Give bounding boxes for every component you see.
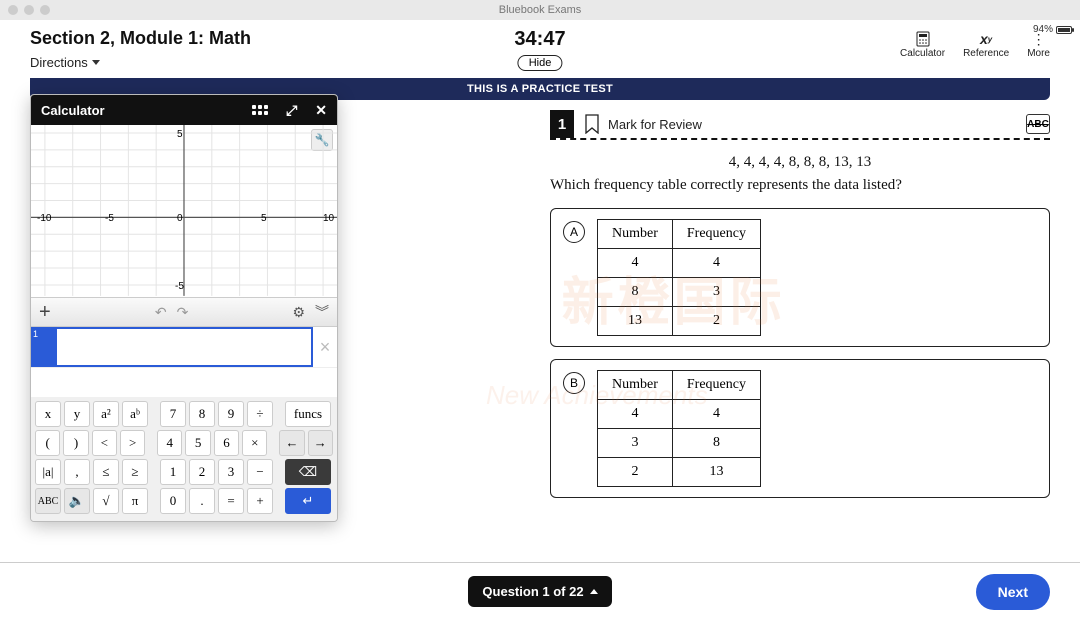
key-4[interactable]: 4 — [157, 430, 182, 456]
bookmark-icon[interactable] — [584, 114, 600, 134]
key-div[interactable]: ÷ — [247, 401, 273, 427]
expression-input[interactable] — [55, 327, 313, 367]
choice-bubble: A — [563, 221, 585, 243]
question-nav[interactable]: Question 1 of 22 — [468, 576, 611, 607]
key-enter[interactable]: ↵ — [285, 488, 331, 514]
choice-bubble: B — [563, 372, 585, 394]
key-lt[interactable]: < — [92, 430, 117, 456]
clear-expression-icon[interactable]: × — [313, 327, 337, 367]
mark-for-review[interactable]: Mark for Review — [608, 117, 702, 132]
key-abs[interactable]: |a| — [35, 459, 61, 485]
calculator-toolbar: + ↶ ↷ ⚙ ︾ — [31, 297, 337, 327]
chevron-down-icon — [92, 60, 100, 65]
chevron-up-icon — [590, 589, 598, 594]
question-data: 4, 4, 4, 4, 8, 8, 8, 13, 13 — [550, 154, 1050, 171]
more-icon: ⋮ — [1027, 30, 1050, 48]
drag-handle-icon[interactable] — [252, 105, 268, 115]
gear-icon[interactable]: ⚙ — [292, 304, 305, 321]
expand-icon[interactable]: ⤢ — [286, 102, 297, 119]
directions-toggle[interactable]: Directions — [30, 55, 900, 70]
traffic-lights — [8, 5, 50, 15]
key-x[interactable]: x — [35, 401, 61, 427]
key-0[interactable]: 0 — [160, 488, 186, 514]
key-ab[interactable]: aᵇ — [122, 401, 148, 427]
key-funcs[interactable]: funcs — [285, 401, 331, 427]
key-pi[interactable]: π — [122, 488, 148, 514]
reference-icon: xy — [963, 30, 1009, 48]
key-ge[interactable]: ≥ — [122, 459, 148, 485]
key-8[interactable]: 8 — [189, 401, 215, 427]
key-gt[interactable]: > — [120, 430, 145, 456]
window-title: Bluebook Exams — [499, 4, 582, 16]
collapse-icon[interactable]: ︾ — [315, 302, 329, 322]
next-button[interactable]: Next — [976, 574, 1050, 610]
key-le[interactable]: ≤ — [93, 459, 119, 485]
key-dot[interactable]: . — [189, 488, 215, 514]
key-5[interactable]: 5 — [185, 430, 210, 456]
calculator-icon — [900, 30, 945, 48]
key-mul[interactable]: × — [242, 430, 267, 456]
reference-tool[interactable]: xy Reference — [963, 30, 1009, 59]
hide-timer-button[interactable]: Hide — [518, 55, 563, 71]
key-1[interactable]: 1 — [160, 459, 186, 485]
key-y[interactable]: y — [64, 401, 90, 427]
question-pane: 1 Mark for Review ABC 4, 4, 4, 4, 8, 8, … — [540, 100, 1050, 562]
key-comma[interactable]: , — [64, 459, 90, 485]
footer: Question 1 of 22 Next — [0, 562, 1080, 620]
key-eq[interactable]: = — [218, 488, 244, 514]
key-2[interactable]: 2 — [189, 459, 215, 485]
add-expression-button[interactable]: + — [39, 301, 51, 324]
key-sqrt[interactable]: √ — [93, 488, 119, 514]
calculator-panel[interactable]: Calculator ⤢ ✕ 🔧 -10 -5 0 5 — [30, 94, 338, 522]
key-a2[interactable]: a² — [93, 401, 119, 427]
choice-b[interactable]: B NumberFrequency 44 38 213 — [550, 359, 1050, 498]
key-3[interactable]: 3 — [218, 459, 244, 485]
window-titlebar: Bluebook Exams — [0, 0, 1080, 20]
frequency-table-a: NumberFrequency 44 83 132 — [597, 219, 761, 336]
key-right[interactable]: → — [308, 430, 333, 456]
key-6[interactable]: 6 — [214, 430, 239, 456]
frequency-table-b: NumberFrequency 44 38 213 — [597, 370, 761, 487]
calculator-graph[interactable]: 🔧 -10 -5 0 5 10 5 -5 — [31, 125, 337, 297]
strikethrough-tool[interactable]: ABC — [1026, 114, 1050, 134]
redo-icon[interactable]: ↷ — [177, 304, 189, 321]
calculator-titlebar[interactable]: Calculator ⤢ ✕ — [31, 95, 337, 125]
key-plus[interactable]: + — [247, 488, 273, 514]
expression-row[interactable]: 1× — [31, 327, 337, 367]
key-lparen[interactable]: ( — [35, 430, 60, 456]
question-prompt: Which frequency table correctly represen… — [550, 177, 1050, 194]
question-number: 1 — [550, 110, 574, 138]
more-tool[interactable]: ⋮ More — [1027, 30, 1050, 59]
section-title: Section 2, Module 1: Math — [30, 28, 900, 49]
key-left[interactable]: ← — [279, 430, 304, 456]
key-rparen[interactable]: ) — [63, 430, 88, 456]
exam-header: Section 2, Module 1: Math Directions 34:… — [0, 20, 1080, 78]
close-icon[interactable]: ✕ — [315, 102, 327, 119]
key-minus[interactable]: − — [247, 459, 273, 485]
key-9[interactable]: 9 — [218, 401, 244, 427]
key-sound[interactable]: 🔈 — [64, 488, 90, 514]
key-7[interactable]: 7 — [160, 401, 186, 427]
undo-icon[interactable]: ↶ — [155, 304, 167, 321]
key-backspace[interactable]: ⌫ — [285, 459, 331, 485]
calculator-keypad: x y a² aᵇ 7 8 9 ÷ funcs ( ) < > — [31, 397, 337, 521]
calculator-tool[interactable]: Calculator — [900, 30, 945, 59]
choice-a[interactable]: A NumberFrequency 44 83 132 — [550, 208, 1050, 347]
key-abc[interactable]: ABC — [35, 488, 61, 514]
timer: 34:47 — [514, 28, 565, 51]
